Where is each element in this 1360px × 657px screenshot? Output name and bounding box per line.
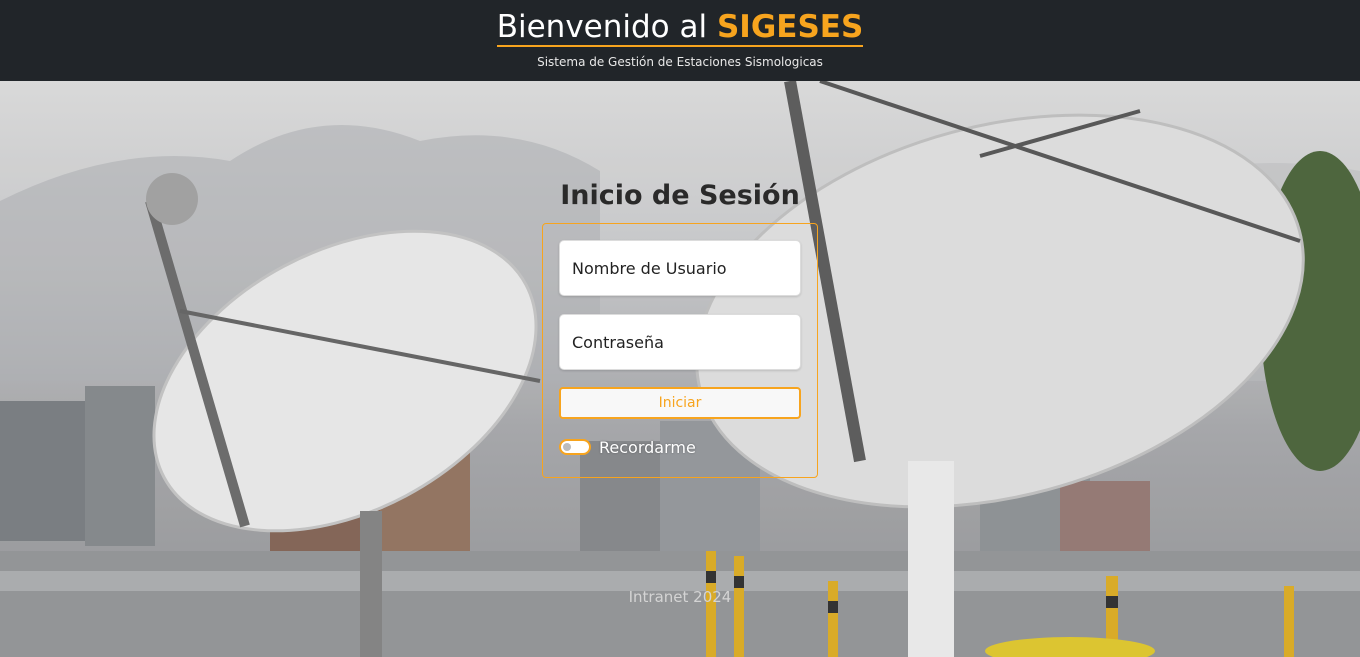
page-title: Bienvenido al SIGESES <box>0 8 1360 47</box>
brand-name: SIGESES <box>716 9 864 45</box>
password-input[interactable] <box>559 314 801 370</box>
login-form: Iniciar Recordarme <box>542 223 818 478</box>
remember-me-row: Recordarme <box>559 436 696 458</box>
footer-text: Intranet 2024 <box>628 588 732 606</box>
title-prefix: Bienvenido al <box>496 9 708 45</box>
username-input[interactable] <box>559 240 801 296</box>
page-subtitle: Sistema de Gestión de Estaciones Sismolo… <box>537 55 823 69</box>
login-title: Inicio de Sesión <box>560 180 800 211</box>
remember-me-label[interactable]: Recordarme <box>599 438 696 457</box>
toggle-knob <box>563 443 571 451</box>
login-button[interactable]: Iniciar <box>559 387 801 419</box>
remember-me-toggle[interactable] <box>559 439 591 455</box>
app-header: Bienvenido al SIGESES Sistema de Gestión… <box>0 0 1360 81</box>
